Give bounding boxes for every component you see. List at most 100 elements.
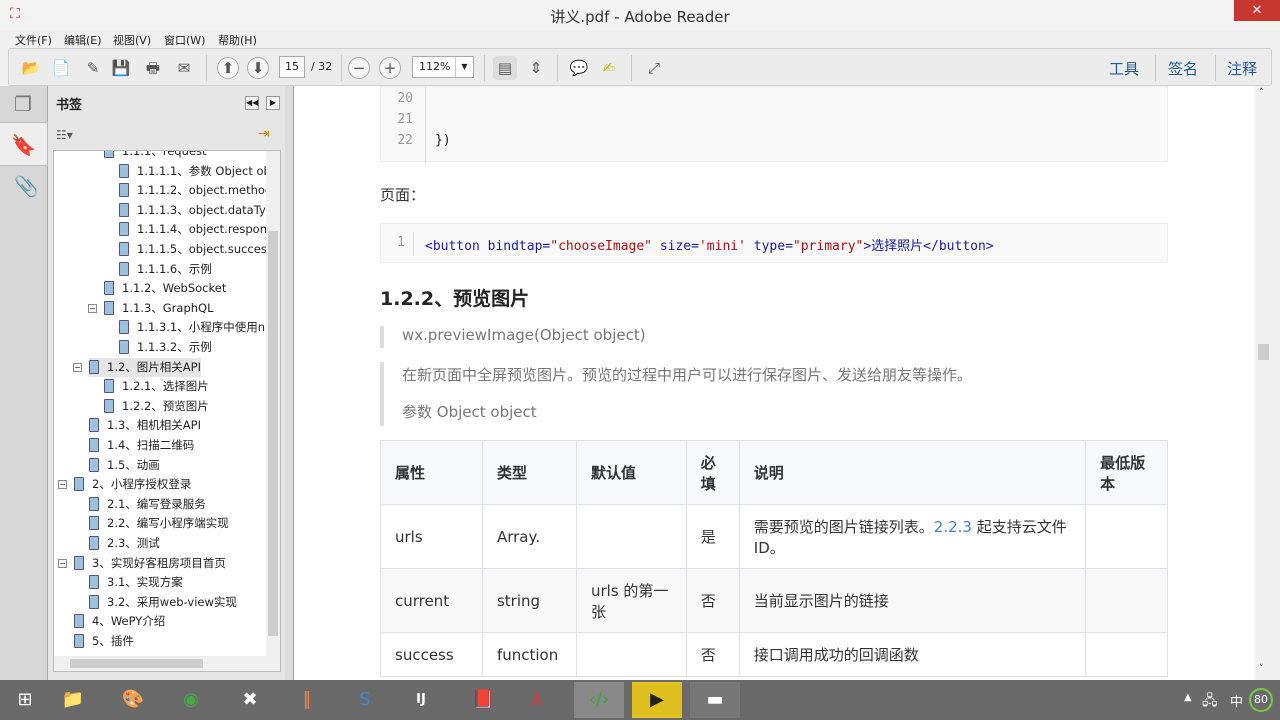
highlight-icon[interactable]: ✍ — [597, 56, 621, 80]
sign-link[interactable]: 签名 — [1168, 58, 1198, 79]
zoom-select[interactable]: 112% ▼ — [412, 56, 474, 78]
battery-indicator[interactable]: 80 — [1249, 688, 1273, 712]
expand-bookmark-icon[interactable]: ⇥ — [258, 126, 270, 142]
bookmark-item[interactable]: 2.2、编写小程序端实现 — [89, 514, 229, 533]
cell: 否 — [685, 632, 740, 677]
acrobat-icon[interactable]: ⅄ — [512, 682, 562, 718]
attachment-icon[interactable]: 📎 — [14, 174, 39, 198]
collapse-toggle-icon[interactable]: − — [88, 303, 97, 313]
start-icon[interactable]: ⊞ — [0, 682, 50, 718]
network-icon[interactable]: 🖧 — [1202, 690, 1218, 714]
terminal-icon[interactable]: ▬ — [690, 682, 740, 718]
chrome-icon[interactable]: ◉ — [166, 682, 216, 718]
bookmark-item[interactable]: − 3、实现好客租房项目首页 — [58, 554, 226, 573]
fullscreen-icon[interactable]: ⤢ — [642, 56, 666, 80]
collapse-panel-button[interactable]: ◀◀ — [245, 96, 259, 110]
bookmark-item[interactable]: 1.1.1.1、参数 Object obje — [119, 162, 280, 181]
bookmark-item[interactable]: 1.2.1、选择图片 — [104, 377, 209, 396]
zoom-in-icon[interactable]: + — [379, 57, 401, 79]
wechat-devtools-icon[interactable]: ‹/› — [574, 682, 624, 718]
bookmark-icon[interactable]: 🔖 — [0, 122, 48, 166]
bookmark-icon — [119, 183, 129, 198]
menu-edit[interactable]: 编辑(E) — [64, 32, 102, 48]
comment-link[interactable]: 注释 — [1227, 58, 1257, 79]
bookmark-item[interactable]: 1.4、扫描二维码 — [89, 436, 194, 455]
bookmark-item[interactable]: − 1.2、图片相关API — [73, 357, 201, 377]
bookmark-item[interactable]: 1.1.2、WebSocket — [104, 279, 226, 298]
menu-window[interactable]: 窗口(W) — [164, 32, 205, 48]
tools-link[interactable]: 工具 — [1109, 58, 1139, 79]
bookmark-item[interactable]: 3.1、实现方案 — [89, 573, 183, 592]
next-page-icon[interactable]: ⬇ — [247, 57, 269, 79]
options-menu-icon[interactable]: ☷▾ — [56, 128, 73, 142]
bookmark-item[interactable]: 3.2、采用web-view实现 — [89, 593, 237, 612]
intellij-icon[interactable]: IJ — [396, 682, 446, 718]
player-icon[interactable]: ▶ — [632, 682, 682, 718]
bookmark-item[interactable]: 2.3、测试 — [89, 534, 160, 553]
collapse-toggle-icon[interactable]: − — [73, 362, 82, 372]
bookmark-item[interactable]: 1.3、相机相关API — [89, 416, 201, 435]
sublime-icon[interactable]: S — [340, 682, 390, 718]
bookmark-tree[interactable]: 1.1.1、request 1.1.1.1、参数 Object obje 1.1.1… — [53, 150, 281, 672]
menu-view[interactable]: 视图(V) — [113, 32, 151, 48]
notepad-icon[interactable]: 📕 — [458, 682, 508, 718]
chevron-down-icon[interactable]: ▼ — [455, 57, 473, 77]
version-link[interactable]: 2.2.3 — [934, 518, 972, 536]
bookmark-icon — [74, 614, 84, 629]
create-pdf-icon[interactable]: 📄 — [49, 56, 73, 80]
open-icon[interactable]: 📂 — [19, 56, 43, 80]
paint-icon[interactable]: 🎨 — [108, 682, 158, 718]
zoom-out-icon[interactable]: − — [348, 57, 370, 79]
scroll-down-icon[interactable]: ˅ — [1259, 664, 1264, 674]
vertical-scrollbar[interactable]: ˄ ˅ — [1255, 86, 1272, 680]
email-icon[interactable]: ✉ — [172, 56, 196, 80]
pane-splitter[interactable] — [285, 86, 293, 680]
bookmark-item[interactable]: 1.1.1、request — [104, 151, 206, 161]
xmind-icon[interactable]: ✖ — [225, 682, 275, 718]
menu-help[interactable]: 帮助(H) — [218, 32, 257, 48]
scroll-thumb[interactable] — [70, 659, 203, 668]
bookmark-icon — [89, 516, 99, 531]
bookmark-label: 1.1.1.4、object.responseT — [137, 222, 281, 237]
bookmark-item[interactable]: 1.5、动画 — [89, 456, 160, 475]
scroll-thumb[interactable] — [1258, 344, 1269, 360]
bookmark-item[interactable]: 4、WePY介绍 — [74, 612, 165, 631]
cell: current — [380, 568, 483, 633]
bookmark-item[interactable]: 1.1.1.4、object.responseT — [119, 220, 281, 239]
menu-file[interactable]: 文件(F) — [15, 32, 52, 48]
bookmark-item[interactable]: 2.1、编写登录服务 — [89, 495, 206, 514]
print-icon[interactable]: 🖶 — [141, 56, 165, 80]
tree-horizontal-scrollbar[interactable] — [54, 656, 280, 671]
expand-panel-button[interactable]: ▶ — [266, 96, 280, 110]
scroll-up-icon[interactable]: ˄ — [1259, 88, 1264, 98]
navigation-pane-icons: ❐ 🔖 📎 — [0, 86, 48, 680]
previous-page-icon[interactable]: ⬆ — [217, 57, 239, 79]
scroll-thumb[interactable] — [268, 231, 278, 636]
bookmark-item[interactable]: 1.1.1.2、object.method 的 — [119, 181, 280, 200]
app-icon[interactable]: ∥ — [282, 682, 332, 718]
edit-icon[interactable]: ✎ — [81, 56, 105, 80]
fit-width-icon[interactable]: ⇕ — [524, 56, 548, 80]
pages-icon[interactable]: ❐ — [14, 92, 32, 116]
bookmark-item[interactable]: 1.1.3.2、示例 — [119, 338, 212, 357]
tree-vertical-scrollbar[interactable] — [266, 151, 280, 656]
bookmark-item[interactable]: 5、插件 — [74, 632, 134, 651]
page-number-input[interactable]: 15 — [279, 56, 305, 78]
save-icon[interactable]: 💾 — [109, 56, 133, 80]
bookmark-item[interactable]: 1.1.1.3、object.dataType l — [119, 201, 280, 220]
collapse-toggle-icon[interactable]: − — [58, 558, 67, 568]
bookmark-item[interactable]: − 1.1.3、GraphQL — [88, 299, 214, 318]
ime-indicator[interactable]: 中 — [1230, 691, 1243, 710]
bookmark-item[interactable]: 1.1.3.1、小程序中使用np — [119, 318, 272, 337]
close-button[interactable]: ✕ — [1234, 0, 1280, 21]
bookmark-item[interactable]: − 2、小程序授权登录 — [58, 475, 191, 494]
collapse-toggle-icon[interactable]: − — [58, 480, 67, 490]
file-explorer-icon[interactable]: 📁 — [48, 682, 98, 718]
bookmark-icon — [119, 202, 129, 217]
bookmark-item[interactable]: 1.1.1.5、object.success 回 — [119, 240, 280, 259]
bookmark-item[interactable]: 1.1.1.6、示例 — [119, 260, 212, 279]
bookmark-item[interactable]: 1.2.2、预览图片 — [104, 397, 209, 416]
comment-icon[interactable]: 💬 — [567, 56, 591, 80]
tray-expand-icon[interactable]: ▲ — [1184, 692, 1192, 703]
fit-page-icon[interactable]: ▤ — [493, 56, 517, 80]
